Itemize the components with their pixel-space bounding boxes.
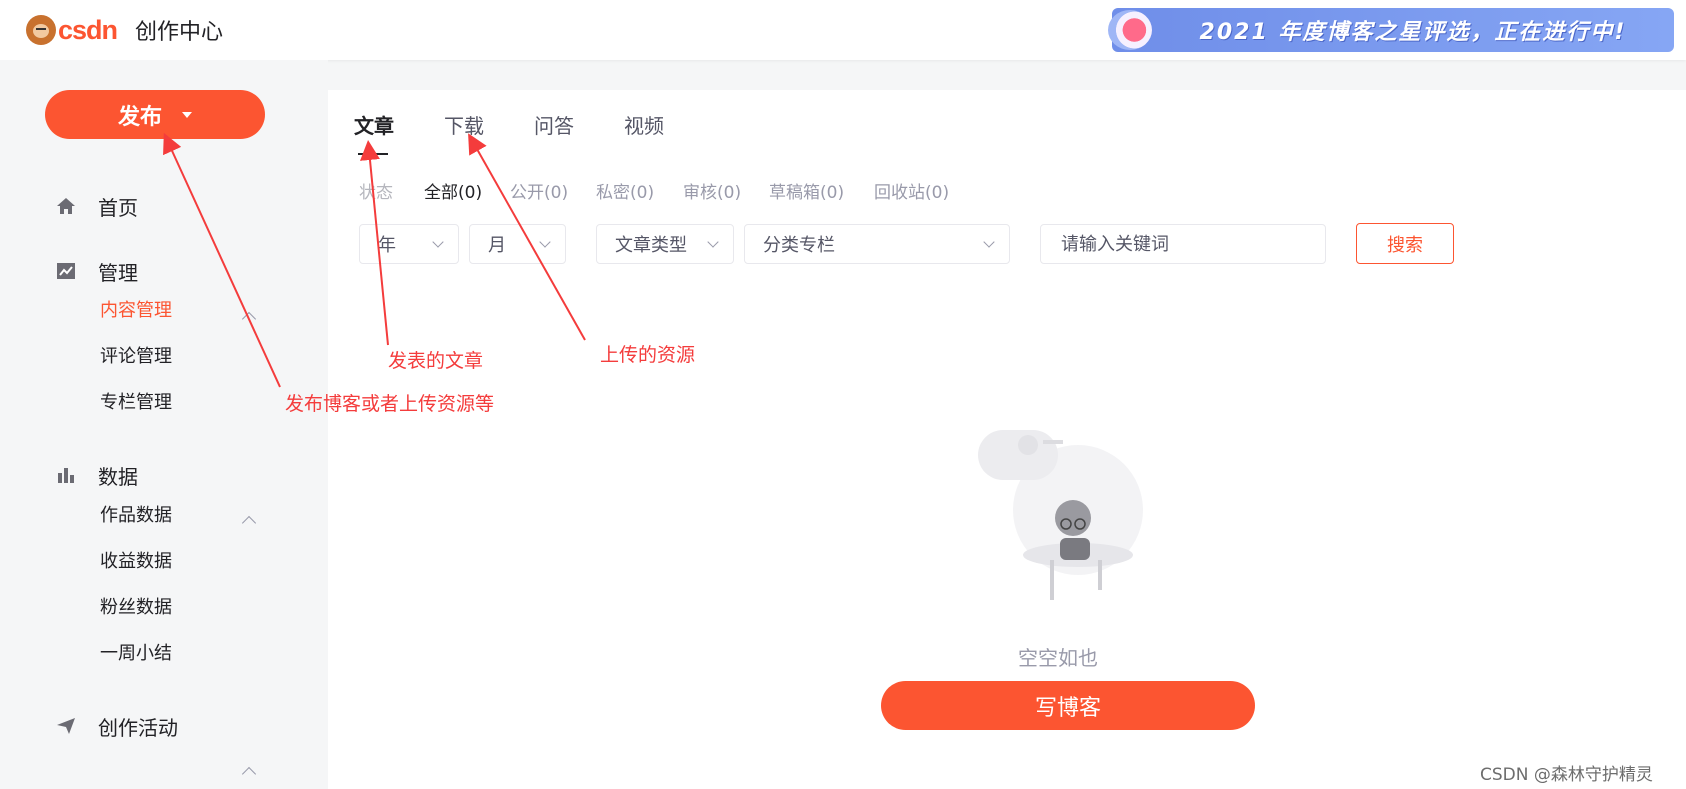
- chevron-down-icon: [539, 236, 551, 248]
- page-title: 创作中心: [135, 20, 224, 45]
- sidebar-item-home[interactable]: 首页: [56, 191, 138, 221]
- column-select[interactable]: 分类专栏: [744, 224, 1010, 264]
- year-select-value: 年: [378, 235, 396, 256]
- publish-label: 发布: [117, 103, 162, 129]
- logo-text: csdn: [58, 14, 118, 45]
- active-tab-indicator: [358, 153, 388, 155]
- banner-text: 2021 年度博客之星评选，正在进行中!: [1199, 20, 1627, 45]
- empty-state-illustration: [978, 430, 1143, 600]
- caret-down-icon: [182, 111, 192, 118]
- filter-review[interactable]: 审核(0): [683, 178, 741, 203]
- filter-private[interactable]: 私密(0): [596, 178, 654, 203]
- annotation-resources: 上传的资源: [600, 344, 696, 366]
- top-bar: csdn 创作中心 2021 年度博客之星评选，正在进行中!: [0, 0, 1686, 60]
- main-content: 文章 下载 问答 视频 状态 全部(0) 公开(0) 私密(0) 审核(0) 草…: [328, 90, 1686, 789]
- status-label: 状态: [359, 183, 393, 203]
- sidebar-subitem-columns[interactable]: 专栏管理: [100, 388, 172, 414]
- paper-plane-icon: [56, 716, 76, 736]
- tab-articles[interactable]: 文章: [354, 110, 394, 139]
- publish-button[interactable]: 发布: [45, 90, 265, 139]
- year-select[interactable]: 年: [359, 224, 459, 264]
- chevron-down-icon: [432, 236, 444, 248]
- search-button[interactable]: 搜索: [1356, 223, 1454, 264]
- monkey-logo-icon: [26, 15, 56, 45]
- chevron-down-icon: [983, 236, 995, 248]
- sidebar-subitem-content[interactable]: 内容管理: [100, 296, 172, 322]
- sidebar-subitem-fans-data[interactable]: 粉丝数据: [100, 593, 172, 619]
- filter-all[interactable]: 全部(0): [424, 178, 482, 203]
- sidebar-item-label: 首页: [98, 195, 138, 220]
- sidebar-item-activity[interactable]: 创作活动: [56, 711, 178, 741]
- keyword-search-input[interactable]: [1040, 224, 1326, 264]
- tab-qa[interactable]: 问答: [534, 110, 574, 139]
- tab-videos[interactable]: 视频: [624, 110, 664, 139]
- month-select-value: 月: [488, 235, 506, 256]
- promo-banner[interactable]: 2021 年度博客之星评选，正在进行中!: [1108, 8, 1674, 52]
- sidebar-item-manage[interactable]: 管理: [56, 256, 138, 286]
- article-type-select[interactable]: 文章类型: [596, 224, 734, 264]
- csdn-logo[interactable]: csdn 创作中心: [26, 14, 223, 46]
- article-type-select-value: 文章类型: [615, 235, 687, 256]
- watermark: CSDN @森林守护精灵: [1480, 765, 1653, 785]
- sidebar: 发布 首页 管理 内容管理 评论管理 专栏管理 数据 作品数据 收益数据 粉丝数…: [0, 60, 328, 789]
- sidebar-item-label: 管理: [98, 260, 138, 285]
- month-select[interactable]: 月: [469, 224, 566, 264]
- megaphone-icon: [1108, 10, 1152, 50]
- annotation-publish: 发布博客或者上传资源等: [285, 393, 495, 415]
- write-blog-button[interactable]: 写博客: [881, 681, 1255, 730]
- column-select-value: 分类专栏: [763, 235, 835, 256]
- sidebar-item-data[interactable]: 数据: [56, 460, 138, 490]
- sidebar-item-label: 数据: [98, 464, 138, 489]
- bar-chart-icon: [56, 465, 76, 485]
- chart-line-icon: [56, 261, 76, 281]
- annotation-articles: 发表的文章: [388, 350, 484, 372]
- sidebar-subitem-comments[interactable]: 评论管理: [100, 342, 172, 368]
- sidebar-subitem-earnings-data[interactable]: 收益数据: [100, 547, 172, 573]
- filter-drafts[interactable]: 草稿箱(0): [769, 178, 844, 203]
- sidebar-item-label: 创作活动: [98, 715, 178, 740]
- empty-state-text: 空空如也: [1018, 646, 1098, 670]
- tab-downloads[interactable]: 下载: [444, 110, 484, 139]
- sidebar-subitem-weekly-summary[interactable]: 一周小结: [100, 639, 172, 665]
- chevron-down-icon: [707, 236, 719, 248]
- sidebar-subitem-works-data[interactable]: 作品数据: [100, 501, 172, 527]
- chevron-up-icon[interactable]: [241, 311, 257, 327]
- home-icon: [56, 196, 76, 216]
- filter-public[interactable]: 公开(0): [510, 178, 568, 203]
- filter-recycle-bin[interactable]: 回收站(0): [874, 178, 949, 203]
- chevron-up-icon[interactable]: [241, 515, 257, 531]
- chevron-up-icon[interactable]: [241, 766, 257, 782]
